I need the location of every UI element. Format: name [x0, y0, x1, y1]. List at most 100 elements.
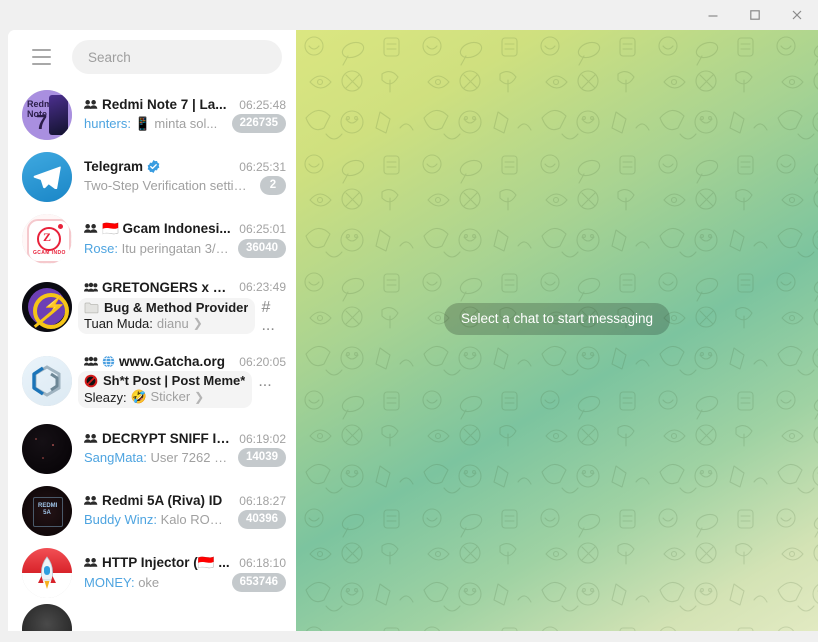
forum-topic-more: # ... — [261, 298, 275, 334]
gcam-indonesia-avatar[interactable]: Z GCAM INDO — [22, 214, 72, 264]
verified-badge-icon — [147, 160, 160, 173]
partial-avatar[interactable] — [22, 604, 72, 631]
maximize-button[interactable] — [734, 1, 776, 29]
chat-message-preview: MONEY: oke — [84, 575, 224, 590]
chat-list-item[interactable]: Redmi Note 7 Redmi Note 7 | La... 06:25:48 hu… — [8, 84, 296, 146]
chat-timestamp: 06:18:27 — [239, 493, 286, 508]
forum-topic-block[interactable]: Sh*t Post | Post Meme* Sleazy: 🤣 Sticker ❯ — [78, 371, 253, 408]
telegram-avatar[interactable] — [22, 152, 72, 202]
chat-message-sender: MONEY: — [84, 574, 135, 590]
chat-list-item[interactable]: REDMI 5A Redmi 5A (Riva) ID 06:18:27 Buddy W… — [8, 480, 296, 542]
gatcha-avatar[interactable] — [22, 356, 72, 406]
chat-item-body: www.Gatcha.org 06:20:05 Sh*t Post | Post M… — [78, 354, 286, 408]
chat-title: www.Gatcha.org — [119, 354, 226, 369]
chat-item-body: Redmi 5A (Riva) ID 06:18:27 Buddy Winz: Ka… — [84, 493, 286, 529]
chat-message-text: 📱 minta sol... — [134, 115, 218, 131]
chat-item-body: GRETONGERS x CL... 06:23:49 Bug & Method P… — [78, 280, 286, 335]
unread-badge: 653746 — [231, 572, 286, 592]
chat-message-preview: Rose: Itu peringatan 3/3... — [84, 241, 230, 256]
http-injector-avatar[interactable] — [22, 548, 72, 598]
forum-topic-title-row: Bug & Method Provider — [84, 300, 248, 315]
chat-list-item[interactable]: ⚡ GRETONGERS x CL... 06:23:49 Bug & Method … — [8, 270, 296, 344]
chat-item-header: Telegram 06:25:31 — [84, 159, 286, 174]
chat-message-preview: Two-Step Verification setting... — [84, 178, 252, 193]
chat-item-preview: Rose: Itu peringatan 3/3... 36040 — [84, 238, 286, 258]
forum-topic-wrapper[interactable]: Sh*t Post | Post Meme* Sleazy: 🤣 Sticker ❯.… — [78, 371, 286, 408]
hamburger-menu-icon[interactable] — [24, 40, 58, 74]
chat-list-item[interactable] — [8, 604, 296, 631]
chat-list[interactable]: Redmi Note 7 Redmi Note 7 | La... 06:25:48 hu… — [8, 84, 296, 631]
empty-state-message: Select a chat to start messaging — [443, 303, 671, 335]
search-input[interactable] — [72, 40, 282, 74]
chat-name-group: DECRYPT SNIFF ID ... — [84, 431, 232, 446]
chat-name-group: Redmi 5A (Riva) ID — [84, 493, 232, 508]
forum-topic-title: Bug & Method Provider — [104, 299, 249, 315]
chat-list-item[interactable]: Z GCAM INDO 🇮🇩 Gcam Indonesi... 06:25:01 Ros… — [8, 208, 296, 270]
chat-title: HTTP Injector (🇮🇩 ... — [102, 554, 230, 570]
chat-message-sender: SangMata: — [84, 450, 147, 465]
title-bar — [0, 0, 818, 30]
chat-message-text: oke — [138, 574, 160, 590]
sidebar: RedmiNote7 Redmi Note 7 | La... 06:25:48 hu… — [8, 30, 296, 631]
folder-icon — [84, 301, 99, 314]
chat-timestamp: 06:19:02 — [239, 431, 286, 446]
chat-list-item[interactable]: Telegram 06:25:31 Two-Step Verification se… — [8, 146, 296, 208]
chat-item-header: DECRYPT SNIFF ID ... 06:19:02 — [84, 431, 286, 446]
chat-item-header: GRETONGERS x CL... 06:23:49 — [84, 280, 286, 295]
unread-badge: 36040 — [238, 238, 286, 258]
forum-topic-wrapper[interactable]: Bug & Method Provider Tuan Muda: dianu ❯ # .… — [78, 297, 286, 335]
forum-topic-title: Sh*t Post | Post Meme* — [103, 373, 246, 388]
minimize-button[interactable] — [692, 1, 734, 29]
chat-message-preview: hunters: 📱 minta sol... — [84, 116, 224, 132]
chat-item-body: DECRYPT SNIFF ID ... 06:19:02 SangMata: Us… — [84, 431, 286, 467]
chat-list-item[interactable]: HTTP Injector (🇮🇩 ... 06:18:10 MONEY: oke 6… — [8, 542, 296, 604]
decrypt-sniff-avatar[interactable] — [22, 424, 72, 474]
group-icon — [84, 223, 98, 234]
chat-item-preview: SangMata: User 7262 . . . 14039 — [84, 448, 286, 467]
globe-icon — [102, 355, 115, 368]
chat-item-header: 🇮🇩 Gcam Indonesi... 06:25:01 — [84, 221, 286, 237]
chat-timestamp: 06:20:05 — [239, 354, 286, 369]
chat-title: Redmi Note 7 | La... — [102, 97, 227, 112]
chat-item-header: www.Gatcha.org 06:20:05 — [84, 354, 286, 369]
chat-message-text: Kalo ROM ... — [160, 512, 231, 527]
unread-badge: 226735 — [231, 114, 286, 133]
forum-group-icon — [84, 356, 98, 367]
close-button[interactable] — [776, 1, 818, 29]
gretongers-avatar[interactable]: ⚡ — [22, 282, 72, 332]
chevron-right-icon: ❯ — [194, 390, 205, 404]
group-icon — [84, 433, 98, 444]
forum-topic-message: 🤣 Sticker — [130, 389, 191, 404]
chat-name-group: Redmi Note 7 | La... — [84, 97, 232, 112]
telegram-desktop-window: RedmiNote7 Redmi Note 7 | La... 06:25:48 hu… — [0, 0, 818, 642]
chat-message-text: User 7262 . . . — [150, 450, 231, 465]
forum-topic-more: ... — [258, 373, 272, 390]
chat-item-header: Redmi Note 7 | La... 06:25:48 — [84, 97, 286, 112]
chat-name-group: www.Gatcha.org — [84, 354, 232, 369]
forum-topic-preview-row: Tuan Muda: dianu ❯ — [84, 316, 248, 331]
chat-message-text: Two-Step Verification setting... — [84, 178, 252, 193]
unread-badge: 14039 — [238, 448, 286, 467]
chat-list-item[interactable]: DECRYPT SNIFF ID ... 06:19:02 SangMata: Us… — [8, 418, 296, 480]
unread-badge: 40396 — [238, 510, 286, 529]
chat-item-header: HTTP Injector (🇮🇩 ... 06:18:10 — [84, 555, 286, 571]
app-window-body: RedmiNote7 Redmi Note 7 | La... 06:25:48 hu… — [8, 30, 818, 631]
chat-title: DECRYPT SNIFF ID ... — [102, 431, 233, 446]
chat-title: 🇮🇩 Gcam Indonesi... — [102, 220, 231, 236]
chat-timestamp: 06:23:49 — [239, 280, 286, 294]
chat-message-sender: hunters: — [84, 115, 131, 131]
chat-list-item[interactable]: www.Gatcha.org 06:20:05 Sh*t Post | Post M… — [8, 344, 296, 418]
forum-topic-message: dianu — [156, 315, 189, 331]
redmi-5a-avatar[interactable]: REDMI 5A — [22, 486, 72, 536]
forum-group-icon — [84, 282, 98, 293]
forum-topic-block[interactable]: Bug & Method Provider Tuan Muda: dianu ❯ — [78, 297, 256, 334]
search-container — [72, 40, 282, 74]
chat-message-preview: SangMata: User 7262 . . . — [84, 450, 230, 465]
chat-item-preview: Buddy Winz: Kalo ROM ... 40396 — [84, 510, 286, 529]
redmi-note-7-avatar[interactable]: Redmi Note 7 — [22, 90, 72, 140]
chat-item-body: Redmi Note 7 | La... 06:25:48 hunters: 📱 m… — [84, 97, 286, 133]
chat-name-group: HTTP Injector (🇮🇩 ... — [84, 555, 232, 571]
chat-name-group: Telegram — [84, 159, 232, 174]
chat-panel: Select a chat to start messaging — [296, 30, 818, 631]
chat-message-preview: Buddy Winz: Kalo ROM ... — [84, 512, 230, 527]
